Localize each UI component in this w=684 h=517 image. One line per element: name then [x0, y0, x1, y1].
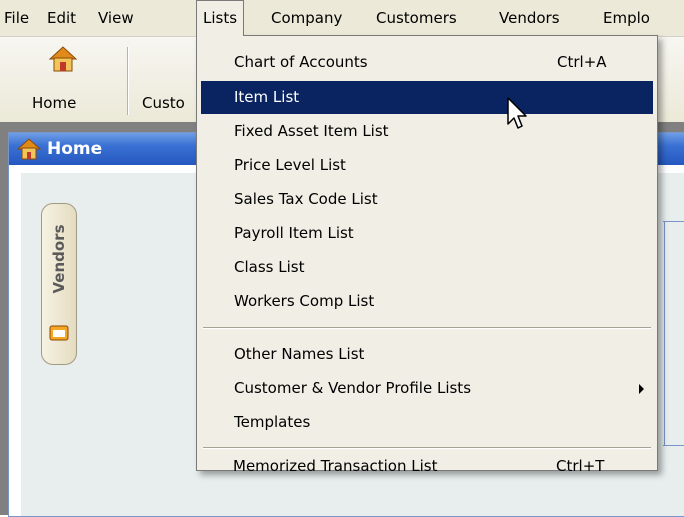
menu-edit[interactable]: Edit — [47, 0, 76, 36]
menu-separator — [203, 447, 651, 449]
menu-item-label: Workers Comp List — [234, 292, 375, 310]
vendor-folder-icon — [49, 325, 69, 341]
menu-customers[interactable]: Customers — [376, 0, 457, 36]
home-icon — [17, 138, 41, 160]
menu-item-other-names-list[interactable]: Other Names List — [201, 338, 653, 371]
menu-item-memorized-transaction-list[interactable]: Memorized Transaction List Ctrl+T — [200, 450, 652, 483]
menu-item-label: Chart of Accounts — [234, 53, 368, 71]
menu-item-label: Payroll Item List — [234, 224, 354, 242]
menu-bar: File Edit View Lists Company Customers V… — [0, 0, 684, 37]
lists-dropdown-menu: Chart of Accounts Ctrl+A Item List Fixed… — [196, 35, 658, 471]
menu-vendors[interactable]: Vendors — [499, 0, 560, 36]
menu-view[interactable]: View — [98, 0, 134, 36]
home-window-title: Home — [47, 139, 103, 159]
menu-item-chart-of-accounts[interactable]: Chart of Accounts Ctrl+A — [201, 46, 653, 79]
menu-item-label: Templates — [234, 413, 311, 431]
customers-toolbar-button[interactable]: Custo — [128, 37, 196, 122]
submenu-arrow-icon — [639, 384, 644, 394]
home-icon — [48, 46, 78, 72]
menu-item-label: Price Level List — [234, 156, 346, 174]
menu-company[interactable]: Company — [271, 0, 342, 36]
menu-item-label: Sales Tax Code List — [234, 190, 378, 208]
menu-item-shortcut: Ctrl+T — [556, 457, 605, 475]
panel-border — [663, 445, 684, 446]
menu-separator — [203, 327, 651, 329]
menu-item-price-level-list[interactable]: Price Level List — [201, 149, 653, 182]
menu-item-class-list[interactable]: Class List — [201, 251, 653, 284]
menu-lists[interactable]: Lists — [196, 0, 245, 36]
menu-item-workers-comp-list[interactable]: Workers Comp List — [201, 285, 653, 318]
menu-item-shortcut: Ctrl+A — [557, 53, 607, 71]
panel-border — [663, 221, 684, 222]
panel-border — [664, 221, 665, 446]
menu-file[interactable]: File — [4, 0, 29, 36]
menu-item-label: Customer & Vendor Profile Lists — [234, 379, 472, 397]
menu-item-label: Item List — [234, 88, 300, 106]
menu-item-label: Fixed Asset Item List — [234, 122, 389, 140]
customers-toolbar-label: Custo — [142, 94, 185, 112]
menu-employees[interactable]: Emplo — [603, 0, 650, 36]
home-toolbar-label: Home — [32, 94, 77, 112]
mouse-pointer-icon — [507, 97, 527, 129]
menu-item-label: Memorized Transaction List — [233, 457, 438, 475]
vendors-tab-label: Vendors — [50, 224, 68, 294]
menu-item-label: Class List — [234, 258, 305, 276]
menu-item-customer-vendor-profile-lists[interactable]: Customer & Vendor Profile Lists — [201, 372, 653, 405]
home-toolbar-button[interactable]: Home — [0, 37, 126, 122]
menu-item-item-list[interactable]: Item List — [201, 81, 653, 114]
menu-item-payroll-item-list[interactable]: Payroll Item List — [201, 217, 653, 250]
menu-item-fixed-asset-item-list[interactable]: Fixed Asset Item List — [201, 115, 653, 148]
menu-item-templates[interactable]: Templates — [201, 406, 653, 439]
menu-item-label: Other Names List — [234, 345, 365, 363]
vendors-side-tab[interactable]: Vendors — [41, 203, 77, 365]
menu-item-sales-tax-code-list[interactable]: Sales Tax Code List — [201, 183, 653, 216]
